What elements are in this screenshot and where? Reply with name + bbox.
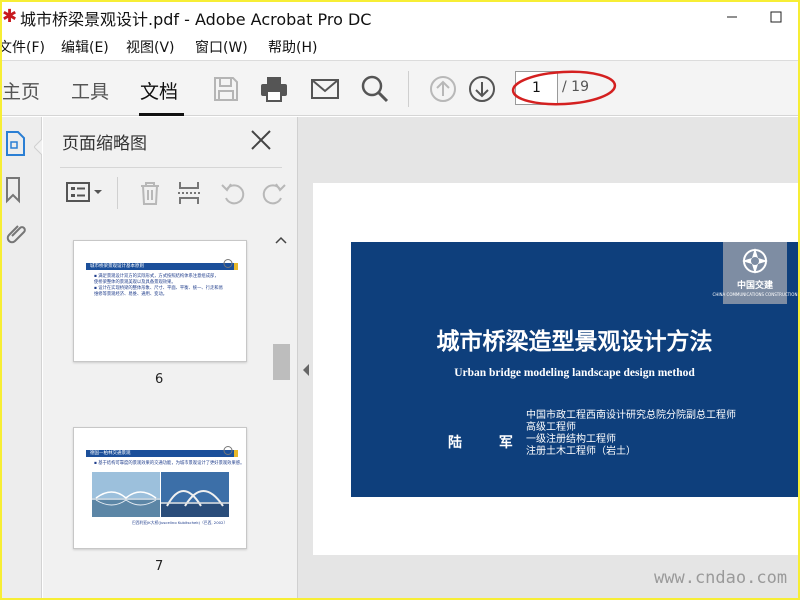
title-bar: ✱ 城市桥梁景观设计.pdf - Adobe Acrobat Pro DC xyxy=(2,2,798,32)
page-thumbnail-6[interactable]: 城市桥梁景观设计基本原则 ▪ 满足景观设计双方的实际形式，方式按照结构体系注意组… xyxy=(73,240,247,362)
thumbnail-toolbar-separator xyxy=(117,177,118,209)
menu-view[interactable]: 视图(V) xyxy=(126,37,175,57)
menu-window[interactable]: 窗口(W) xyxy=(195,37,248,57)
window-title: 城市桥梁景观设计.pdf - Adobe Acrobat Pro DC xyxy=(20,10,372,29)
slide-subtitle: Urban bridge modeling landscape design m… xyxy=(454,367,695,379)
thumbnail-logo-icon xyxy=(223,446,233,455)
document-view: 中国交建 CHINA COMMUNICATIONS CONSTRUCTION 城… xyxy=(298,117,798,598)
tab-document[interactable]: 文档 xyxy=(140,77,178,104)
maximize-icon xyxy=(770,11,782,23)
panel-divider xyxy=(60,167,282,168)
close-icon[interactable] xyxy=(248,127,274,153)
credit-line: 高级工程师 xyxy=(526,422,576,433)
bridge-photo-right xyxy=(161,472,229,517)
tab-home[interactable]: 主页 xyxy=(2,77,40,104)
tab-tools[interactable]: 工具 xyxy=(71,77,109,104)
slide-author: 陆 军 xyxy=(448,435,529,451)
thumbnail-page-number: 6 xyxy=(155,372,164,387)
print-icon[interactable] xyxy=(258,73,290,105)
logo-text: 中国交建 xyxy=(736,281,773,291)
thumbnail-caption: 巴西利亚JK大桥(Juscelino Kubitschek)（巴西, 2002） xyxy=(132,520,228,525)
arrow-up-icon[interactable] xyxy=(427,73,459,105)
page-thumbnails-panel: 页面缩略图 城市桥梁景观设计基本原则 ▪ 满足景观设计双方的实际形式，方式按照结… xyxy=(43,117,298,598)
thumbnail-logo-icon xyxy=(223,259,233,268)
red-annotation-ellipse xyxy=(511,70,617,106)
panel-title: 页面缩略图 xyxy=(62,134,147,154)
credit-line: 注册土木工程师（岩土） xyxy=(526,446,636,457)
thumbnail-header-text: 德国—柏林交通景观 xyxy=(90,451,131,456)
thumbnail-accent xyxy=(234,263,238,270)
thumbnail-header-text: 城市桥梁景观设计基本原则 xyxy=(90,264,144,269)
page-thumbnail-7[interactable]: 德国—柏林交通景观 ▪ 基于结构可靠度的景观效果的交通功能，为城市景观设计了更好… xyxy=(73,427,247,549)
slide-title: 城市桥梁造型景观设计方法 xyxy=(436,328,713,355)
scroll-thumb[interactable] xyxy=(273,344,290,380)
panel-pointer xyxy=(34,139,42,155)
active-tab-indicator xyxy=(139,113,184,116)
acrobat-window: ✱ 城市桥梁景观设计.pdf - Adobe Acrobat Pro DC 文件… xyxy=(2,2,798,598)
logo-subtext: CHINA COMMUNICATIONS CONSTRUCTION xyxy=(712,292,798,297)
menu-help[interactable]: 帮助(H) xyxy=(268,37,317,57)
thumbnail-scrollbar[interactable] xyxy=(271,234,290,598)
thumbnail-page-number: 7 xyxy=(155,559,164,574)
rotate-left-icon[interactable] xyxy=(219,179,247,207)
credit-line: 中国市政工程西南设计研究总院分院副总工程师 xyxy=(526,410,736,421)
thumbnail-accent xyxy=(234,450,238,457)
search-icon[interactable] xyxy=(359,73,391,105)
page-thumbnails-icon[interactable] xyxy=(2,129,32,159)
left-navigation-rail xyxy=(2,117,42,598)
slide-credits: 中国市政工程西南设计研究总院分院副总工程师 高级工程师 一级注册结构工程师 注册… xyxy=(526,410,736,458)
watermark: www.cndao.com xyxy=(654,568,788,588)
menu-bar: 文件(F) 编辑(E) 视图(V) 窗口(W) 帮助(H) xyxy=(2,32,798,60)
thumbnail-body-text: ▪ 满足景观设计双方的实际形式，方式按照结构体系注意组成部， 使桥梁整体的景观美… xyxy=(94,274,223,297)
thumbnail-body-text: ▪ 基于结构可靠度的景观效果的交通功能，为城市景观设计了更好景观效果感。 xyxy=(94,461,245,466)
thumbnail-toolbar xyxy=(43,173,297,213)
menu-file[interactable]: 文件(F) xyxy=(2,37,45,57)
acrobat-app-icon: ✱ xyxy=(2,6,18,27)
credit-line: 一级注册结构工程师 xyxy=(526,434,616,445)
collapse-panel-icon[interactable] xyxy=(301,363,311,377)
minimize-icon xyxy=(727,16,737,18)
company-logo: 中国交建 CHINA COMMUNICATIONS CONSTRUCTION xyxy=(713,242,797,304)
main-toolbar: 主页 工具 文档 1 / 19 xyxy=(2,60,798,116)
title-slide: 中国交建 CHINA COMMUNICATIONS CONSTRUCTION 城… xyxy=(351,242,798,497)
extract-icon[interactable] xyxy=(176,179,204,207)
bridge-photo-left xyxy=(92,472,160,517)
cccc-logo-icon xyxy=(742,248,768,274)
pdf-page: 中国交建 CHINA COMMUNICATIONS CONSTRUCTION 城… xyxy=(313,183,798,555)
toolbar-separator xyxy=(408,71,409,107)
scroll-up-icon[interactable] xyxy=(273,234,289,246)
options-menu-icon[interactable] xyxy=(65,179,105,207)
delete-icon[interactable] xyxy=(136,179,164,207)
menu-edit[interactable]: 编辑(E) xyxy=(61,37,109,57)
rotate-right-icon[interactable] xyxy=(260,179,288,207)
attachment-icon[interactable] xyxy=(2,219,32,249)
maximize-button[interactable] xyxy=(754,2,798,32)
save-icon[interactable] xyxy=(210,73,242,105)
mail-icon[interactable] xyxy=(309,73,341,105)
bookmark-icon[interactable] xyxy=(2,175,32,205)
arrow-down-icon[interactable] xyxy=(466,73,498,105)
minimize-button[interactable] xyxy=(710,2,754,32)
